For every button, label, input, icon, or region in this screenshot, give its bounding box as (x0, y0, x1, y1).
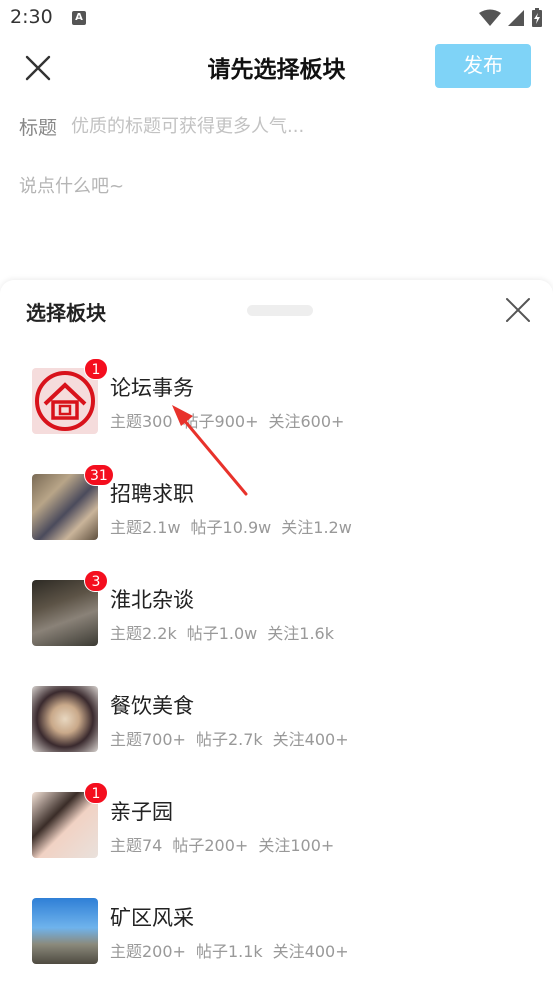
title-input[interactable] (71, 115, 534, 137)
board-name: 论坛事务 (110, 376, 194, 400)
sheet-title: 选择板块 (26, 301, 106, 325)
battery-icon (532, 8, 542, 27)
title-row: 标题 (19, 110, 534, 142)
follow-count: 关注400+ (272, 942, 349, 961)
board-item[interactable]: 餐饮美食 主题700+ 帖子2.7k 关注400+ (0, 676, 553, 782)
post-count: 帖子1.0w (186, 624, 258, 643)
board-thumbnail (32, 686, 98, 752)
unread-badge: 1 (84, 358, 108, 380)
post-count: 帖子10.9w (190, 518, 272, 537)
signal-icon (508, 10, 524, 26)
board-stats: 主题74 帖子200+ 关注100+ (110, 832, 344, 856)
board-list: 1 论坛事务 主题300 帖子900+ 关注600+ 3 1 招聘求职 主题2.1w 帖… (0, 358, 553, 984)
board-stats: 主题700+ 帖子2.7k 关注400+ (110, 726, 359, 750)
board-select-sheet: 选择板块 1 论坛事务 主题300 帖子900+ 关注600+ 3 1 招聘求职 … (0, 280, 553, 984)
drag-handle[interactable] (247, 305, 313, 316)
publish-button[interactable]: 发布 (435, 44, 531, 88)
follow-count: 关注1.2w (281, 518, 352, 537)
board-item[interactable]: 31 招聘求职 主题2.1w 帖子10.9w 关注1.2w (0, 464, 553, 570)
status-time: 2:30 (10, 6, 53, 28)
topic-count: 主题200+ (110, 942, 186, 961)
follow-count: 关注100+ (258, 836, 335, 855)
board-stats: 主题300 帖子900+ 关注600+ (110, 408, 354, 432)
follow-count: 关注400+ (272, 730, 349, 749)
sheet-close-icon[interactable] (504, 296, 532, 324)
board-item[interactable]: 1 亲子园 主题74 帖子200+ 关注100+ (0, 782, 553, 888)
wifi-icon (479, 9, 501, 26)
topic-count: 主题300 (110, 412, 173, 431)
topic-count: 主题2.1w (110, 518, 181, 537)
status-icons (479, 8, 543, 28)
board-name: 餐饮美食 (110, 694, 194, 718)
board-stats: 主题2.2k 帖子1.0w 关注1.6k (110, 620, 344, 644)
post-count: 帖子2.7k (195, 730, 263, 749)
board-name: 亲子园 (110, 800, 173, 824)
status-bar: 2:30 A (0, 0, 553, 38)
post-count: 帖子200+ (172, 836, 249, 855)
post-count: 帖子1.1k (195, 942, 263, 961)
board-name: 矿区风采 (110, 906, 194, 930)
follow-count: 关注1.6k (267, 624, 334, 643)
content-input[interactable] (19, 172, 534, 252)
unread-badge: 3 (84, 570, 108, 592)
board-item[interactable]: 1 论坛事务 主题300 帖子900+ 关注600+ (0, 358, 553, 464)
topic-count: 主题74 (110, 836, 163, 855)
board-name: 淮北杂谈 (110, 588, 194, 612)
accessibility-icon: A (72, 11, 86, 25)
board-stats: 主题2.1w 帖子10.9w 关注1.2w (110, 514, 362, 538)
board-thumbnail (32, 898, 98, 964)
board-item[interactable]: 矿区风采 主题200+ 帖子1.1k 关注400+ (0, 888, 553, 984)
title-label: 标题 (19, 116, 58, 139)
topic-count: 主题2.2k (110, 624, 177, 643)
board-name: 招聘求职 (110, 482, 194, 506)
board-stats: 主题200+ 帖子1.1k 关注400+ (110, 938, 359, 962)
topic-count: 主题700+ (110, 730, 186, 749)
unread-badge: 1 (84, 782, 108, 804)
post-count: 帖子900+ (182, 412, 259, 431)
header: 请先选择板块 发布 (0, 38, 553, 96)
board-item[interactable]: 3 淮北杂谈 主题2.2k 帖子1.0w 关注1.6k (0, 570, 553, 676)
follow-count: 关注600+ (268, 412, 345, 431)
